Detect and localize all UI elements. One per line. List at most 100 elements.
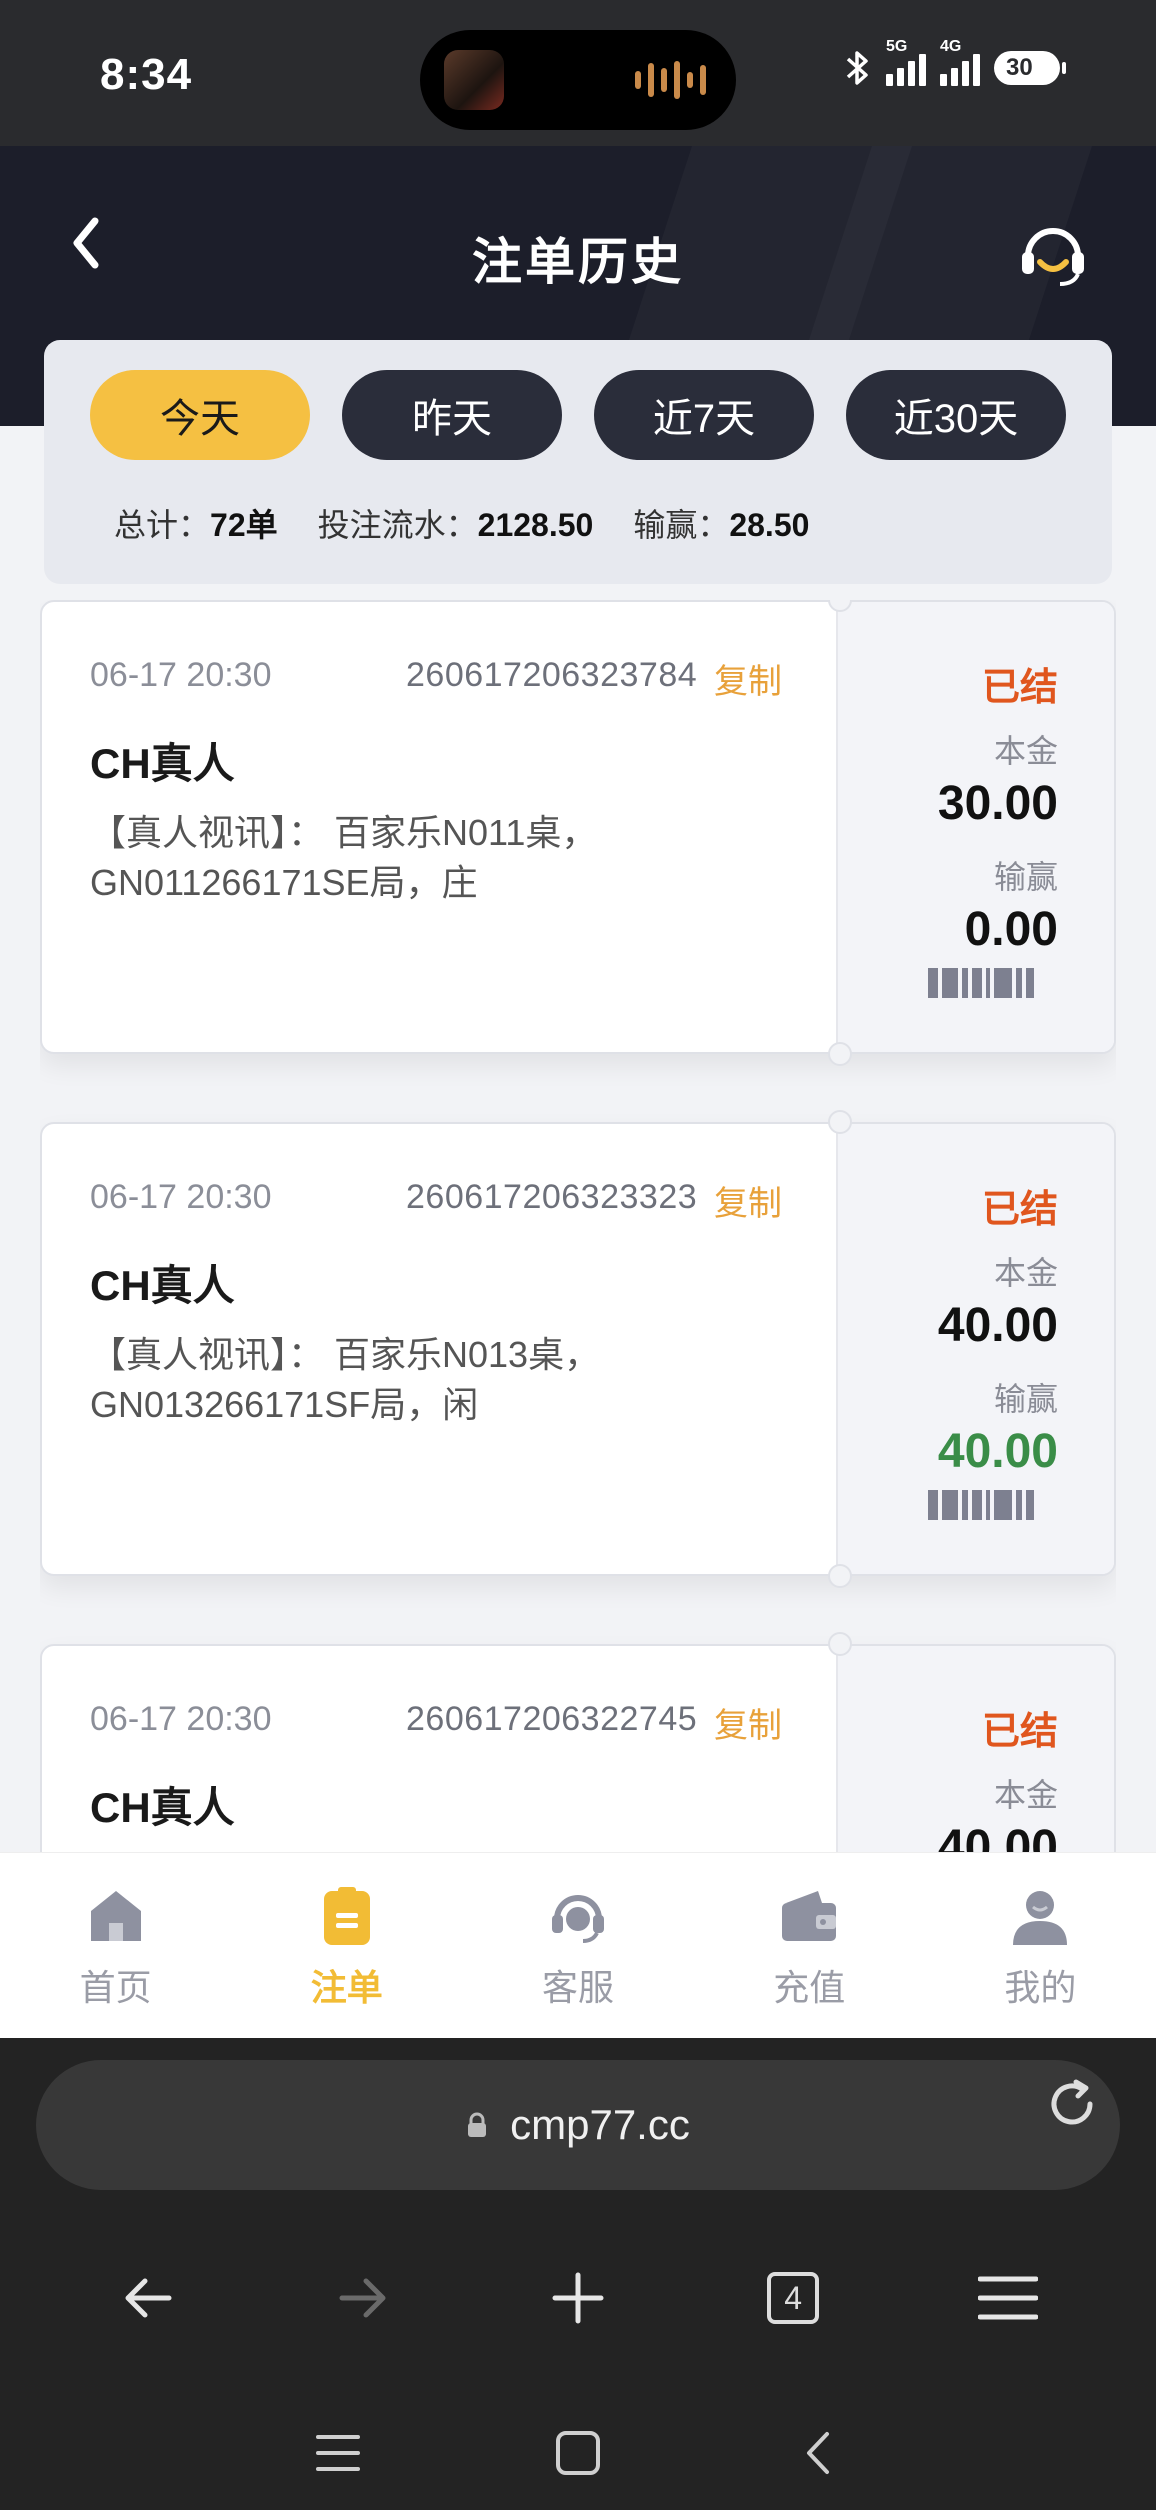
system-nav: [0, 2408, 1156, 2498]
description-line: GN013266171SF局，闲: [90, 1384, 479, 1425]
order-card[interactable]: 06-17 20:30 260617206323784 复制 CH真人 【真人视…: [40, 600, 1116, 1066]
card-notch: [828, 1042, 852, 1066]
date-tabs: 今天 昨天 近7天 近30天: [90, 370, 1066, 460]
order-description: 【真人视讯】： 百家乐N013桌， GN013266171SF局，闲: [90, 1330, 790, 1430]
game-name: CH真人: [90, 1262, 235, 1309]
tab-last-7-days[interactable]: 近7天: [594, 370, 814, 460]
total-value: 72单: [210, 507, 278, 543]
game-name: CH真人: [90, 1784, 235, 1831]
status-badge: 已结: [981, 1189, 1058, 1231]
principal-label: 本金: [993, 733, 1058, 769]
copy-button[interactable]: 复制: [714, 1176, 782, 1225]
signal-5g-icon: 5G: [886, 38, 926, 86]
order-card[interactable]: 06-17 20:30 260617206322745 复制 CH真人 已结 本…: [40, 1632, 1116, 1852]
tab-count-icon: 4: [767, 2272, 820, 2324]
order-description: 【真人视讯】： 百家乐N011桌， GN011266171SE局，庄: [90, 808, 790, 908]
card-notch: [828, 1632, 852, 1656]
media-thumbnail: [444, 50, 504, 110]
description-line: 【真人视讯】： 百家乐N011桌，: [90, 812, 598, 853]
tab-today[interactable]: 今天: [90, 370, 310, 460]
card-notch: [828, 1564, 852, 1588]
order-list: 06-17 20:30 260617206323784 复制 CH真人 【真人视…: [40, 600, 1116, 1852]
reload-button[interactable]: [1042, 2074, 1102, 2134]
recent-apps-button[interactable]: [303, 2418, 373, 2488]
status-bar: 8:34 5G 4G 30: [0, 0, 1156, 146]
description-line: 【真人视讯】： 百家乐N013桌，: [90, 1334, 601, 1375]
browser-toolbar: cmp77.cc 4: [0, 2038, 1156, 2510]
home-icon: [90, 1891, 141, 1941]
principal-label: 本金: [993, 1255, 1058, 1291]
filter-panel: 今天 昨天 近7天 近30天 总计：72单 投注流水：2128.50 输赢：28…: [44, 340, 1112, 584]
nav-label-support: 客服: [542, 1967, 615, 2008]
audio-wave-icon: [635, 60, 706, 100]
winloss-label: 输赢: [993, 859, 1058, 895]
barcode-icon: [928, 1490, 1058, 1520]
bottom-nav: 首页 注单 客服 充值 我的: [0, 1852, 1156, 2038]
headset-icon: [552, 1895, 604, 1943]
arrow-right-icon: [339, 2278, 386, 2318]
browser-back-button[interactable]: [93, 2243, 203, 2353]
barcode-icon: [928, 968, 1058, 998]
summary-winloss: 输赢：28.50: [633, 500, 809, 546]
order-time: 06-17 20:30: [90, 656, 272, 694]
home-square-icon: [556, 2431, 600, 2475]
summary-turnover: 投注流水：2128.50: [318, 500, 594, 546]
browser-forward-button[interactable]: [308, 2243, 418, 2353]
customer-service-button[interactable]: [1016, 218, 1090, 292]
page-title: 注单历史: [472, 234, 684, 290]
summary-bar: 总计：72单 投注流水：2128.50 输赢：28.50: [114, 500, 809, 546]
copy-button[interactable]: 复制: [714, 654, 782, 703]
game-name: CH真人: [90, 740, 235, 787]
status-badge: 已结: [981, 667, 1058, 709]
status-time: 8:34: [100, 50, 193, 99]
network-1-label: 5G: [886, 38, 908, 55]
copy-button[interactable]: 复制: [714, 1698, 782, 1747]
nav-item-orders[interactable]: 注单: [231, 1853, 462, 2038]
nav-item-support[interactable]: 客服: [462, 1853, 693, 2038]
browser-menu-button[interactable]: [953, 2243, 1063, 2353]
winloss-amount: 40.00: [937, 1425, 1058, 1478]
principal-amount: 40.00: [937, 1821, 1058, 1852]
principal-label: 本金: [993, 1777, 1058, 1813]
signal-4g-icon: 4G: [940, 38, 980, 86]
nav-label-home: 首页: [79, 1967, 152, 2008]
summary-total: 总计：72单: [114, 500, 278, 546]
nav-item-home[interactable]: 首页: [0, 1853, 231, 2038]
card-notch: [828, 1110, 852, 1134]
menu-icon: [978, 2276, 1039, 2320]
order-number: 260617206323323: [406, 1178, 698, 1216]
order-card[interactable]: 06-17 20:30 260617206323323 复制 CH真人 【真人视…: [40, 1110, 1116, 1588]
tab-last-30-days[interactable]: 近30天: [846, 370, 1066, 460]
tab-yesterday[interactable]: 昨天: [342, 370, 562, 460]
tabs-button[interactable]: 4: [738, 2243, 848, 2353]
bluetooth-icon: [846, 51, 868, 85]
description-line: GN011266171SE局，庄: [90, 862, 478, 903]
nav-item-deposit[interactable]: 充值: [694, 1853, 925, 2038]
winloss-value: 28.50: [729, 507, 810, 543]
recent-apps-icon: [316, 2435, 360, 2471]
system-back-button[interactable]: [783, 2418, 853, 2488]
battery-level: 30: [1006, 54, 1033, 81]
winloss-amount: 0.00: [964, 903, 1058, 956]
principal-amount: 40.00: [937, 1299, 1058, 1352]
status-badge: 已结: [981, 1711, 1058, 1753]
plus-icon: [552, 2272, 604, 2324]
dynamic-island: [420, 30, 736, 130]
clipboard-icon: [323, 1887, 370, 1945]
order-time: 06-17 20:30: [90, 1178, 272, 1216]
browser-nav: 4: [0, 2238, 1156, 2358]
url-text: cmp77.cc: [510, 2101, 690, 2148]
home-button[interactable]: [543, 2418, 613, 2488]
total-label: 总计：: [114, 507, 211, 543]
new-tab-button[interactable]: [523, 2243, 633, 2353]
order-time: 06-17 20:30: [90, 1700, 272, 1738]
turnover-value: 2128.50: [477, 507, 594, 543]
turnover-label: 投注流水：: [317, 507, 478, 543]
order-number: 260617206322745: [406, 1700, 698, 1738]
lock-icon: [468, 2112, 487, 2137]
nav-item-profile[interactable]: 我的: [925, 1853, 1156, 2038]
winloss-label: 输赢：: [633, 507, 730, 543]
battery-icon: 30: [994, 51, 1066, 85]
principal-amount: 30.00: [937, 777, 1058, 830]
address-bar[interactable]: cmp77.cc: [36, 2060, 1120, 2190]
